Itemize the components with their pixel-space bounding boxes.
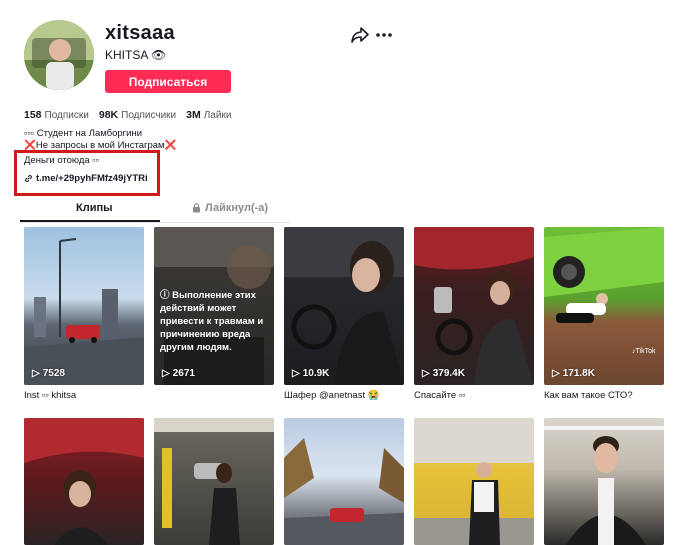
stat-label: Подписчики (121, 110, 177, 121)
video-thumbnail (414, 227, 534, 385)
play-icon: ▷ (552, 368, 560, 379)
views-count: 10.9K (302, 368, 330, 379)
video-views: ▷ 2671 (162, 368, 195, 379)
stat-label: Подписки (44, 110, 89, 121)
play-icon: ▷ (162, 368, 170, 379)
tab-clips[interactable]: Клипы (76, 202, 113, 214)
profile-stats: 158 Подписки 98K Подписчики 3M Лайки (24, 109, 231, 121)
views-count: 7528 (42, 368, 65, 379)
bio-line: ▫▫▫ Студент на Ламборгини (24, 128, 143, 139)
video-thumbnail (284, 438, 404, 545)
video-caption[interactable]: Шафер @anetnast 😭 (284, 390, 380, 401)
video-card[interactable] (24, 418, 144, 545)
tab-liked-label: Лайкнул(-а) (205, 202, 269, 214)
video-card[interactable]: ▷ 10.9K (284, 227, 404, 385)
follow-button[interactable]: Подписаться (105, 70, 231, 93)
profile-username: xitsaaa (105, 22, 175, 44)
video-caption[interactable]: Как вам такое СТО? (544, 390, 633, 401)
play-icon: ▷ (292, 368, 300, 379)
lock-icon (193, 203, 200, 213)
stat-value: 158 (24, 109, 42, 121)
video-card[interactable]: ⓘ Выполнение этих действий может привест… (154, 227, 274, 385)
video-thumbnail (544, 426, 664, 545)
stat-label: Лайки (203, 110, 232, 121)
warning-icon: ⓘ (160, 290, 173, 301)
views-count: 171.8K (562, 368, 595, 379)
video-caption[interactable]: Inst ▫▫ khitsa (24, 390, 76, 401)
views-count: 379.4K (432, 368, 465, 379)
video-card[interactable]: ▷ 379.4K (414, 227, 534, 385)
video-views: ▷ 171.8K (552, 368, 595, 379)
tab-divider (20, 222, 290, 223)
video-card[interactable] (154, 418, 274, 545)
views-count: 2671 (172, 368, 195, 379)
share-icon[interactable] (351, 27, 369, 43)
play-icon: ▷ (422, 368, 430, 379)
video-card[interactable]: ♪TikTok ▷ 171.8K (544, 227, 664, 385)
content-warning: ⓘ Выполнение этих действий может привест… (160, 289, 270, 354)
profile-nickname: KHITSA 👁 (105, 48, 167, 62)
stat-value: 3M (186, 109, 201, 121)
stat-value: 98K (98, 109, 119, 121)
video-views: ▷ 379.4K (422, 368, 465, 379)
video-caption[interactable]: Спасайте ▫▫ (414, 390, 466, 401)
video-views: ▷ 7528 (32, 368, 65, 379)
video-thumbnail (24, 418, 144, 545)
stat-followers[interactable]: 98K Подписчики (99, 109, 176, 121)
highlight-box (14, 150, 160, 196)
video-card[interactable] (544, 418, 664, 545)
video-card[interactable]: ▷ 7528 (24, 227, 144, 385)
play-icon: ▷ (32, 368, 40, 379)
stat-likes: 3M Лайки (186, 109, 231, 121)
profile-avatar[interactable] (24, 20, 94, 90)
avatar-photo (24, 20, 94, 90)
video-thumbnail (414, 418, 534, 545)
stat-following[interactable]: 158 Подписки (24, 109, 89, 121)
video-thumbnail (24, 238, 144, 385)
video-card[interactable] (284, 418, 404, 545)
video-thumbnail (544, 227, 664, 323)
video-thumbnail (284, 227, 404, 385)
video-views: ▷ 10.9K (292, 368, 329, 379)
more-options-icon[interactable] (375, 27, 393, 43)
tab-active-indicator (20, 220, 160, 222)
tiktok-watermark: ♪TikTok (632, 348, 656, 355)
tab-liked[interactable]: Лайкнул(-а) (192, 202, 268, 214)
warning-text: Выполнение этих действий может привести … (160, 290, 264, 353)
video-card[interactable] (414, 418, 534, 545)
video-thumbnail (154, 418, 274, 545)
